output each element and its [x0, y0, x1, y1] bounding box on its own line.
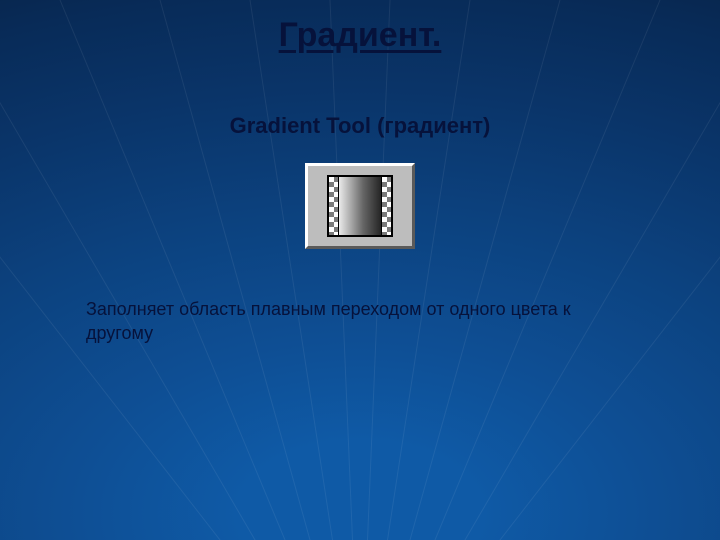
transparency-checker-left — [329, 177, 339, 235]
slide-description: Заполняет область плавным переходом от о… — [86, 297, 626, 346]
slide-title: Градиент. — [0, 0, 720, 55]
gradient-tool-icon — [305, 163, 415, 249]
transparency-checker-right — [381, 177, 391, 235]
slide-subtitle: Gradient Tool (градиент) — [0, 113, 720, 139]
